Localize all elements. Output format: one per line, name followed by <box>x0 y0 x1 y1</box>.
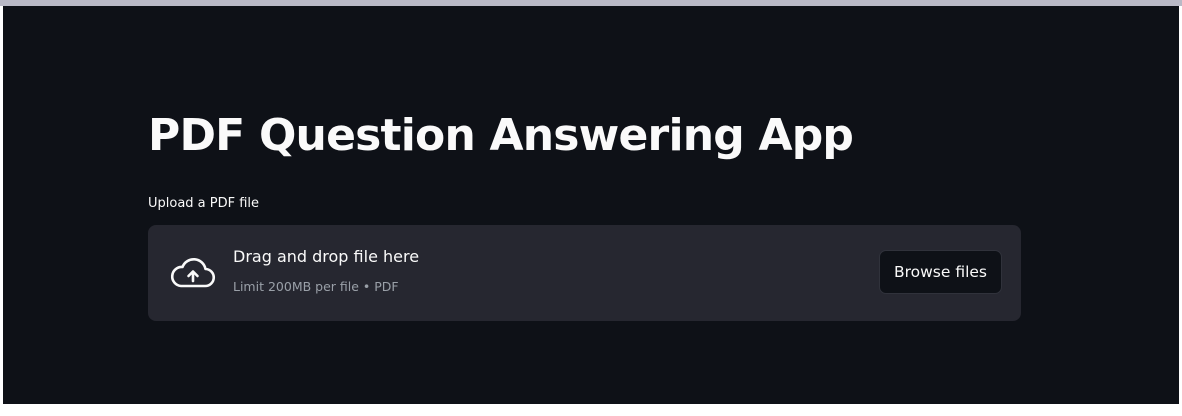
file-uploader-label: Upload a PDF file <box>148 196 260 211</box>
cloud-upload-icon <box>170 257 215 288</box>
dropzone-limit-text: Limit 200MB per file • PDF <box>233 279 399 294</box>
screenshot-frame: PDF Question Answering App Upload a PDF … <box>0 0 1182 416</box>
dropzone-title: Drag and drop file here <box>233 247 420 266</box>
file-dropzone[interactable]: Drag and drop file here Limit 200MB per … <box>148 225 1021 321</box>
page-title: PDF Question Answering App <box>148 110 854 161</box>
app-main: PDF Question Answering App Upload a PDF … <box>3 6 1179 404</box>
dropzone-instructions: Drag and drop file here Limit 200MB per … <box>233 247 419 294</box>
browse-files-button[interactable]: Browse files <box>878 250 1002 294</box>
